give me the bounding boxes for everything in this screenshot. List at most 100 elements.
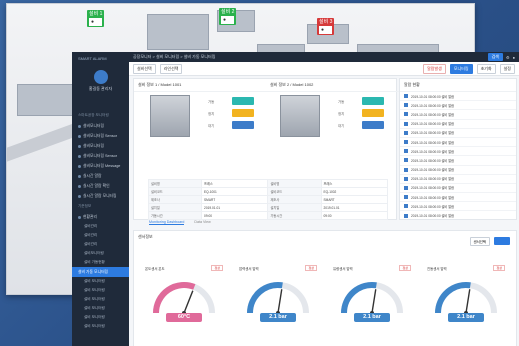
checkbox-icon[interactable] bbox=[404, 204, 408, 209]
gauge-needle bbox=[277, 289, 283, 314]
alarm-row[interactable]: 2019-10-01 08:00:00 설비 알람 bbox=[400, 129, 516, 138]
checkbox-icon[interactable] bbox=[404, 213, 408, 218]
gauge-card: 진동센서 압력 정상 2.1 bar bbox=[422, 261, 510, 325]
gauge-needle bbox=[371, 289, 377, 314]
checkbox-icon[interactable] bbox=[404, 121, 408, 126]
sidebar-subitem[interactable]: 설비 모니터링 bbox=[72, 304, 129, 313]
info-key: 설비코드 bbox=[267, 187, 322, 196]
checkbox-icon[interactable] bbox=[404, 195, 408, 200]
alarm-row[interactable]: 2019-10-01 08:00:00 설비 알람 bbox=[400, 92, 516, 102]
info-key: 설비명 bbox=[267, 179, 322, 188]
bullet-icon bbox=[78, 215, 81, 219]
sidebar-subitem[interactable]: 설비관리 bbox=[72, 240, 129, 249]
alarm-row[interactable]: 2019-10-01 08:00:00 설비 알람 bbox=[400, 166, 516, 175]
sidebar-item-active[interactable]: 설비 가동 모니터링 bbox=[72, 267, 129, 277]
gear-icon[interactable]: ⚙ bbox=[506, 55, 510, 60]
alarm-row[interactable]: 2019-10-01 08:00:00 설비 알람 bbox=[400, 101, 516, 111]
info-value: 2019.01.01 bbox=[320, 203, 389, 212]
checkbox-icon[interactable] bbox=[404, 130, 408, 135]
bullet-icon bbox=[78, 164, 81, 168]
equipment-tag[interactable]: 설비 2 ● bbox=[219, 8, 237, 25]
sidebar-item[interactable]: 설비모니터링 Sensor bbox=[72, 131, 129, 141]
sidebar-subitem[interactable]: 설비 모니터링 bbox=[72, 295, 129, 304]
sidebar-item[interactable]: 실시간 알람 확인 bbox=[72, 181, 129, 191]
alarm-row[interactable]: 2019-10-01 08:00:00 설비 알람 bbox=[400, 202, 516, 212]
sidebar-subitem[interactable]: 설비모니터링 bbox=[72, 249, 129, 258]
checkbox-icon[interactable] bbox=[404, 176, 408, 181]
main-content: 공장모니터 > 설비 모니터링 > 설비 가동 모니터링 검색 ⚙ ● 설비선택… bbox=[129, 52, 519, 346]
sidebar-item-label: 설비모니터링 bbox=[83, 143, 104, 148]
sidebar-item[interactable]: 설비모니터링 bbox=[72, 141, 129, 151]
app-logo: SMART ALARM bbox=[78, 56, 107, 61]
equipment-select[interactable]: 설비선택 bbox=[133, 63, 156, 74]
checkbox-icon[interactable] bbox=[404, 158, 408, 163]
info-row: 제조사 SMART 제조사 SMART bbox=[147, 195, 389, 204]
gauge-card: 압력센서 압력 정상 2.1 bar bbox=[234, 261, 322, 325]
tab-monitoring-dashboard[interactable]: Monitoring Dashboard bbox=[149, 220, 185, 225]
info-row: 설비명 프레스 설비명 프레스 bbox=[147, 179, 389, 188]
sidebar-subitem[interactable]: 설비관리 bbox=[72, 231, 129, 240]
info-row: 설치일 2019.01.01 설치일 2019.01.01 bbox=[147, 203, 389, 212]
alert-indicator[interactable]: 알람발생 bbox=[423, 63, 446, 74]
alarm-row[interactable]: 2019-10-01 08:00:00 설비 알람 bbox=[400, 193, 516, 203]
checkbox-icon[interactable] bbox=[404, 103, 408, 108]
checkbox-icon[interactable] bbox=[404, 185, 408, 190]
sidebar-subitem[interactable]: 설비 가동현황 bbox=[72, 258, 129, 267]
sidebar-item[interactable]: 현황관리 bbox=[72, 212, 129, 222]
alarm-row[interactable]: 2019-10-01 08:00:00 설비 알람 bbox=[400, 156, 516, 166]
alarm-row[interactable]: 2019-10-01 08:00:00 설비 알람 bbox=[400, 184, 516, 194]
sidebar-subitem[interactable]: 설비 모니터링 bbox=[72, 286, 129, 295]
sidebar-item[interactable]: 설비모니터링 bbox=[72, 121, 129, 131]
alarm-row[interactable]: 2019-10-01 08:00:00 설비 알람 bbox=[400, 175, 516, 184]
alarm-text: 2019-10-01 08:00:00 설비 알람 bbox=[411, 140, 455, 145]
checkbox-icon[interactable] bbox=[404, 112, 408, 117]
bullet-icon bbox=[78, 144, 81, 148]
checkbox-icon[interactable] bbox=[404, 94, 408, 99]
equipment-title-1: 설비 정보 1 / Model 1001 bbox=[134, 79, 268, 92]
sidebar-subitem[interactable]: 설비 모니터링 bbox=[72, 313, 129, 322]
gauge-needle bbox=[465, 289, 471, 314]
sensor-select[interactable]: 센서선택 bbox=[469, 237, 490, 246]
equipment-panel: 설비 정보 1 / Model 1001 설비 정보 2 / Model 100… bbox=[133, 78, 400, 220]
equipment-tag[interactable]: 설비 3 ● bbox=[317, 18, 335, 35]
alarm-row[interactable]: 2019-10-01 08:00:00 설비 알람 bbox=[400, 147, 516, 157]
alarm-row[interactable]: 2019-10-01 08:00:00 설비 알람 bbox=[400, 211, 516, 219]
alarm-row[interactable]: 2019-10-01 08:00:00 설비 알람 bbox=[400, 138, 516, 148]
bullet-icon bbox=[78, 134, 81, 138]
search-button[interactable]: 검색 bbox=[487, 53, 503, 61]
checkbox-icon[interactable] bbox=[404, 149, 408, 154]
alarm-text: 2019-10-01 08:00:00 설비 알람 bbox=[411, 103, 455, 108]
info-key: 가동시간 bbox=[147, 211, 203, 220]
sidebar-subitem[interactable]: 설비 모니터링 bbox=[72, 277, 129, 286]
gauge-needle bbox=[183, 290, 194, 314]
sidebar-item[interactable]: 설비모니터링 Sensor bbox=[72, 151, 129, 161]
sidebar-subitem[interactable]: 설비관리 bbox=[72, 222, 129, 231]
filter-bar: 설비선택 라인선택 알람발생 모니터링 초기화 설정 bbox=[129, 62, 519, 76]
sidebar-item[interactable]: 설비모니터링 Message bbox=[72, 161, 129, 171]
sidebar-item[interactable]: 실시간 알람 모니터링 bbox=[72, 191, 129, 201]
tag-body: ● bbox=[321, 27, 325, 33]
checkbox-icon[interactable] bbox=[404, 167, 408, 172]
checkbox-icon[interactable] bbox=[404, 140, 408, 145]
reset-button[interactable]: 초기화 bbox=[476, 63, 496, 74]
profile-name: 홍길동 관리자 bbox=[88, 86, 113, 91]
equipment-title-2: 설비 정보 2 / Model 1002 bbox=[266, 79, 400, 92]
sidebar-subitem[interactable]: 설비 모니터링 bbox=[72, 322, 129, 331]
alarm-row[interactable]: 2019-10-01 08:00:00 설비 알람 bbox=[400, 120, 516, 129]
sidebar-item[interactable]: 실시간 알람 bbox=[72, 171, 129, 181]
sidebar-item-label: 설비모니터링 Sensor bbox=[83, 153, 118, 158]
avatar[interactable] bbox=[93, 70, 108, 84]
info-value: SMART bbox=[201, 195, 269, 204]
user-icon[interactable]: ● bbox=[513, 55, 515, 60]
line-select[interactable]: 라인선택 bbox=[159, 63, 183, 74]
alarm-row[interactable]: 2019-10-01 08:00:00 설비 알람 bbox=[400, 110, 516, 120]
bullet-icon bbox=[78, 154, 81, 158]
grid-view-button[interactable] bbox=[494, 237, 510, 245]
status-idle bbox=[232, 121, 254, 129]
monitoring-button[interactable]: 모니터링 bbox=[449, 63, 473, 74]
tab-data-view[interactable]: Data View bbox=[194, 220, 210, 225]
info-key: 가동시간 bbox=[267, 211, 322, 220]
view-tabs: Monitoring Dashboard Data View bbox=[149, 220, 211, 225]
settings-button[interactable]: 설정 bbox=[499, 63, 515, 74]
equipment-tag[interactable]: 설비 1 ● bbox=[87, 10, 105, 27]
